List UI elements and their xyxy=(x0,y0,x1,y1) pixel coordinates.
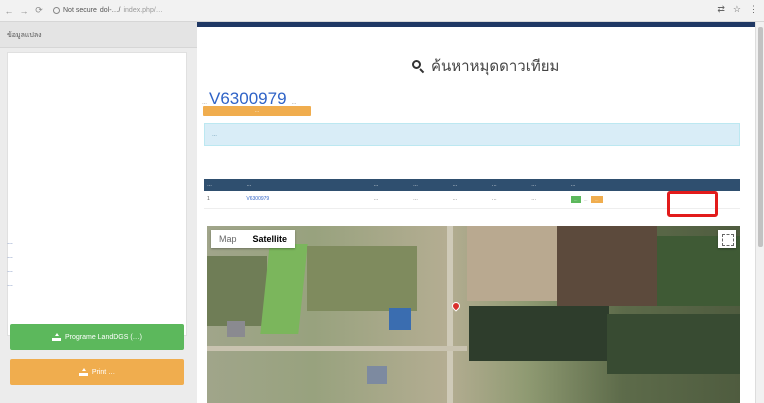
url-path: index.php/… xyxy=(123,7,163,14)
column-header: … xyxy=(246,182,252,188)
table-cell: … xyxy=(488,191,529,209)
print-label: Print … xyxy=(91,368,116,376)
view-detail-button[interactable]: … xyxy=(570,195,581,203)
tab-map[interactable]: Map xyxy=(211,230,245,248)
satellite-map[interactable]: Map Satellite xyxy=(207,226,740,403)
url-host: dol-…/ xyxy=(99,7,121,14)
translate-icon[interactable]: ⇄ xyxy=(717,4,725,15)
address-bar[interactable]: Not secure dol-…/index.php/… xyxy=(53,7,163,14)
map-field xyxy=(607,314,740,374)
sidebar-header: ข้อมูลแปลง xyxy=(0,22,197,48)
map-field xyxy=(557,226,657,306)
page-title-text: ค้นหาหมุดดาวเทียม xyxy=(431,58,560,75)
print-row-button[interactable]: … xyxy=(590,195,603,203)
results-table: … … … … … … … … 1 V6300979 … … … … … … …… xyxy=(204,179,740,209)
column-header: … xyxy=(412,182,418,188)
map-road xyxy=(447,226,453,403)
map-building xyxy=(367,366,387,384)
row-number: 1 xyxy=(204,191,244,209)
scrollbar-thumb[interactable] xyxy=(758,27,763,247)
map-road xyxy=(207,346,467,351)
column-header: … xyxy=(373,182,379,188)
map-field xyxy=(260,244,308,334)
url-status: Not secure xyxy=(63,7,97,14)
action-link[interactable]: … xyxy=(584,197,588,202)
map-field xyxy=(469,306,609,361)
menu-icon[interactable]: ⋮ xyxy=(749,4,758,15)
map-field xyxy=(467,226,557,301)
search-icon xyxy=(412,60,424,72)
column-header: … xyxy=(570,182,576,188)
programe-landdgs-button[interactable]: Programe LandDGS (…) xyxy=(10,324,184,350)
main-content: ค้นหาหมุดดาวเทียม … V6300979 … … … … … …… xyxy=(197,22,755,403)
upload-icon xyxy=(51,333,61,341)
column-header: … xyxy=(452,182,458,188)
top-bar xyxy=(197,22,755,27)
reload-icon[interactable]: ⟳ xyxy=(33,5,45,16)
back-icon[interactable]: ← xyxy=(3,6,15,16)
programe-label: Programe LandDGS (…) xyxy=(64,333,143,341)
map-field xyxy=(207,256,267,326)
info-line: … xyxy=(7,240,13,246)
info-line: … xyxy=(7,254,13,260)
upload-icon xyxy=(78,368,88,376)
marker-info-button[interactable]: … xyxy=(203,106,311,116)
tab-satellite[interactable]: Satellite xyxy=(245,230,296,248)
info-line: … xyxy=(7,282,13,288)
page-title: ค้นหาหมุดดาวเทียม xyxy=(412,54,559,78)
column-header: … xyxy=(207,182,212,188)
table-cell: … xyxy=(449,191,489,209)
forward-icon[interactable]: → xyxy=(18,6,30,16)
table-row: 1 V6300979 … … … … … … … … xyxy=(204,191,740,209)
table-cell: … xyxy=(528,191,568,209)
table-cell: … xyxy=(370,191,410,209)
bookmark-star-icon[interactable]: ☆ xyxy=(733,4,741,15)
map-type-tabs: Map Satellite xyxy=(211,230,296,248)
browser-toolbar: ← → ⟳ Not secure dol-…/index.php/… ⇄ ☆ ⋮ xyxy=(0,0,764,22)
column-header: … xyxy=(531,182,537,188)
fullscreen-icon[interactable] xyxy=(718,230,736,248)
info-alert: … xyxy=(204,123,740,146)
column-header: … xyxy=(491,182,497,188)
marker-code-link[interactable]: V6300979 xyxy=(243,191,371,209)
map-field xyxy=(307,246,417,311)
sidebar-panel xyxy=(7,52,187,336)
info-icon[interactable] xyxy=(53,7,60,14)
page-scrollbar[interactable] xyxy=(755,22,764,403)
highlight-box xyxy=(667,191,718,217)
map-building xyxy=(389,308,411,330)
info-line: … xyxy=(7,268,13,274)
table-header: … … … … … … … … xyxy=(204,179,740,191)
print-button[interactable]: Print … xyxy=(10,359,184,385)
sidebar-info: … … … … xyxy=(7,236,13,292)
map-building xyxy=(227,321,245,337)
table-cell: … xyxy=(409,191,450,209)
sidebar: ข้อมูลแปลง … … … … Programe LandDGS (…) … xyxy=(0,22,197,403)
